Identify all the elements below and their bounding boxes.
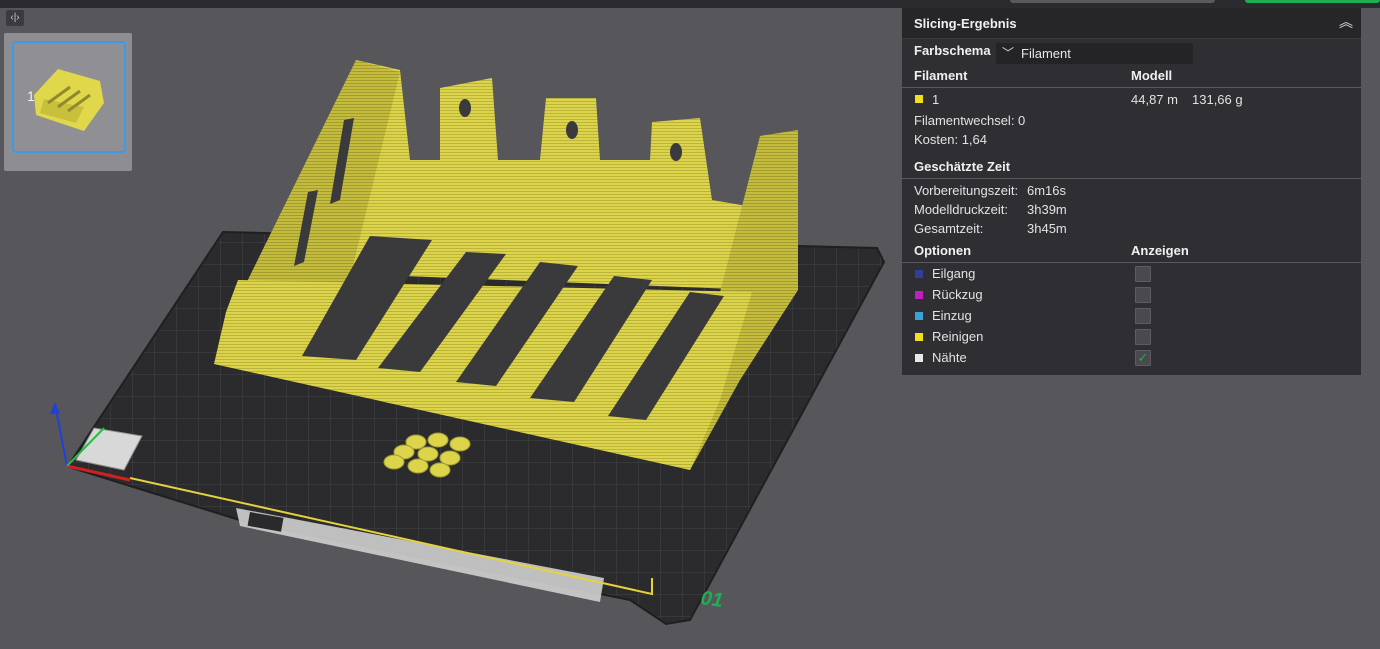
option-checkbox[interactable] [1135, 287, 1151, 303]
filament-weight: 131,66 g [1192, 92, 1243, 107]
option-color-swatch [915, 312, 923, 320]
model-time-label: Modelldruckzeit: [914, 202, 1008, 217]
option-label: Rückzug [932, 287, 983, 302]
total-time-value: 3h45m [1027, 221, 1067, 236]
option-label: Einzug [932, 308, 972, 323]
options-header: Optionen [914, 243, 972, 258]
toolbar-segment [1010, 0, 1215, 3]
checkmark-icon: ✓ [1137, 350, 1149, 365]
small-disc [427, 432, 449, 448]
filament-name: 1 [932, 92, 940, 107]
option-checkbox-checked[interactable]: ✓ [1135, 350, 1151, 366]
filament-color-swatch [915, 95, 923, 103]
option-checkbox[interactable] [1135, 266, 1151, 282]
cost: Kosten: 1,64 [914, 132, 987, 147]
code-brackets-icon[interactable]: ‹|› [6, 10, 24, 26]
prep-time-label: Vorbereitungszeit: [914, 183, 1019, 198]
toolbar-segment-active [1245, 0, 1380, 3]
small-disc [407, 458, 429, 474]
filament-length: 44,87 m [1131, 92, 1178, 107]
small-disc [383, 454, 405, 470]
plate-number: 1 [27, 88, 35, 104]
option-checkbox[interactable] [1135, 308, 1151, 324]
option-color-swatch [915, 354, 923, 362]
option-color-swatch [915, 333, 923, 341]
filament-column-header: Filament [914, 68, 968, 83]
option-label: Nähte [932, 350, 967, 365]
slicing-result-panel: Slicing-Ergebnis ︽ Farbschema ﹀ Filament… [902, 8, 1361, 375]
total-time-label: Gesamtzeit: [914, 221, 984, 236]
top-toolbar-strip [0, 0, 1380, 8]
display-header: Anzeigen [1131, 243, 1189, 258]
panel-header[interactable]: Slicing-Ergebnis ︽ [902, 8, 1361, 39]
z-axis-arrow [50, 402, 60, 414]
color-scheme-value: Filament [1021, 46, 1071, 61]
divider [902, 262, 1361, 263]
option-color-swatch [915, 291, 923, 299]
divider [902, 87, 1361, 88]
model-keyhole [566, 121, 578, 139]
chevron-up-double-icon[interactable]: ︽ [1339, 12, 1353, 32]
option-label: Eilgang [932, 266, 976, 281]
filament-changes: Filamentwechsel: 0 [914, 113, 1026, 128]
small-disc [449, 436, 471, 452]
option-checkbox[interactable] [1135, 329, 1151, 345]
model-keyhole [670, 143, 682, 161]
model-keyhole [459, 99, 471, 117]
plate-number-label: 01 [699, 587, 724, 612]
estimated-time-header: Geschätzte Zeit [914, 159, 1011, 174]
plate-thumbnail[interactable]: 1 [4, 33, 132, 171]
prep-time-value: 6m16s [1027, 183, 1067, 198]
panel-title: Slicing-Ergebnis [914, 16, 1017, 31]
option-label: Reinigen [932, 329, 984, 344]
color-scheme-label: Farbschema [914, 43, 991, 58]
model-time-value: 3h39m [1027, 202, 1067, 217]
color-scheme-dropdown[interactable]: ﹀ Filament [996, 43, 1193, 64]
chevron-down-icon: ﹀ [1002, 46, 1015, 60]
divider [902, 178, 1361, 179]
model-column-header: Modell [1131, 68, 1173, 83]
small-disc [429, 462, 451, 478]
option-color-swatch [915, 270, 923, 278]
